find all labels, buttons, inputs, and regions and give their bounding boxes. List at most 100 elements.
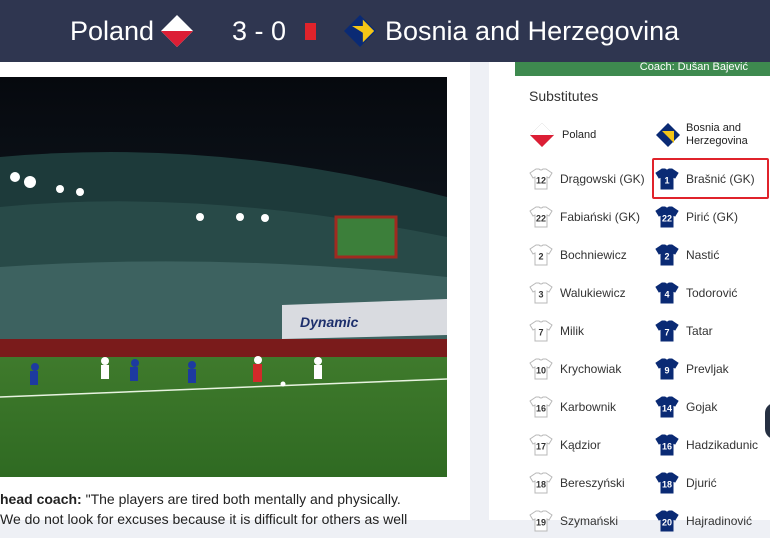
lineups-panel: Coach: Dušan Bajević Substitutes Poland … [489, 62, 770, 532]
article: Dynamic head coach: "The players are tir… [0, 62, 470, 527]
jersey-number: 16 [662, 442, 672, 452]
jersey-icon: 12 [529, 167, 553, 191]
player-name[interactable]: Fabiański (GK) [560, 210, 640, 224]
jersey-number: 16 [536, 404, 546, 414]
jersey-number: 19 [536, 518, 546, 528]
jersey-number: 22 [662, 214, 672, 224]
away-substitute-row[interactable]: 14 Gojak [655, 392, 717, 422]
jersey-icon: 16 [529, 395, 553, 419]
player-name[interactable]: Walukiewicz [560, 286, 626, 300]
away-team-header: Bosnia and Herzegovina [655, 122, 748, 148]
home-substitute-row[interactable]: 19 Szymański [529, 506, 618, 536]
player-name[interactable]: Pirić (GK) [686, 210, 738, 224]
jersey-number: 9 [664, 366, 669, 376]
jersey-number: 20 [662, 518, 672, 528]
jersey-icon: 3 [529, 281, 553, 305]
jersey-icon: 19 [529, 509, 553, 533]
away-substitute-row[interactable]: 9 Prevljak [655, 354, 729, 384]
player-name[interactable]: Bochniewicz [560, 248, 627, 262]
jersey-icon: 2 [529, 243, 553, 267]
player-name[interactable]: Nastić [686, 248, 719, 262]
player-name[interactable]: Hadzikadunic [686, 438, 758, 452]
jersey-icon: 10 [529, 357, 553, 381]
away-substitute-row[interactable]: 4 Todorović [655, 278, 737, 308]
jersey-number: 2 [664, 252, 669, 262]
player-name[interactable]: Tatar [686, 324, 713, 338]
jersey-number: 7 [664, 328, 669, 338]
jersey-icon: 17 [529, 433, 553, 457]
jersey-number: 12 [536, 176, 546, 186]
player-name[interactable]: Krychowiak [560, 362, 621, 376]
home-substitute-row[interactable]: 3 Walukiewicz [529, 278, 626, 308]
jersey-number: 17 [536, 442, 546, 452]
home-substitute-row[interactable]: 2 Bochniewicz [529, 240, 627, 270]
away-substitute-row[interactable]: 18 Djurić [655, 468, 717, 498]
player-name[interactable]: Gojak [686, 400, 717, 414]
caption-line-2: We do not look for excuses because it is… [0, 511, 408, 527]
player-name[interactable]: Bereszyński [560, 476, 625, 490]
jersey-icon: 7 [655, 319, 679, 343]
jersey-icon: 22 [655, 205, 679, 229]
jersey-icon: 22 [529, 205, 553, 229]
stadium-photo[interactable]: Dynamic [0, 77, 447, 477]
jersey-number: 4 [664, 290, 669, 300]
home-substitute-row[interactable]: 18 Bereszyński [529, 468, 625, 498]
jersey-number: 18 [662, 480, 672, 490]
away-substitute-row[interactable]: 16 Hadzikadunic [655, 430, 758, 460]
match-score: 3 - 0 [232, 16, 287, 46]
home-substitute-row[interactable]: 10 Krychowiak [529, 354, 621, 384]
jersey-number: 7 [538, 328, 543, 338]
player-name[interactable]: Prevljak [686, 362, 729, 376]
home-substitute-row[interactable]: 12 Drągowski (GK) [529, 164, 645, 194]
player-name[interactable]: Djurić [686, 476, 717, 490]
poland-flag-icon [160, 14, 194, 48]
player-name[interactable]: Kądzior [560, 438, 601, 452]
article-caption: head coach: "The players are tired both … [0, 489, 470, 529]
match-header: Poland 3 - 0 Bosnia and Herzegovina [0, 0, 770, 62]
page-content: Dynamic head coach: "The players are tir… [0, 62, 770, 532]
player-name[interactable]: Szymański [560, 514, 618, 528]
jersey-icon: 2 [655, 243, 679, 267]
player-name[interactable]: Todorović [686, 286, 737, 300]
home-team-header: Poland [529, 122, 596, 148]
jersey-number: 14 [662, 404, 672, 414]
player-name[interactable]: Karbownik [560, 400, 616, 414]
jersey-icon: 9 [655, 357, 679, 381]
home-substitute-row[interactable]: 16 Karbownik [529, 392, 616, 422]
away-label-line-1: Bosnia and [686, 122, 742, 134]
poland-flag-icon [529, 122, 555, 148]
away-team-name[interactable]: Bosnia and Herzegovina [385, 14, 679, 48]
home-team-name[interactable]: Poland [70, 14, 154, 48]
home-substitute-row[interactable]: 17 Kądzior [529, 430, 601, 460]
player-name[interactable]: Drągowski (GK) [560, 172, 645, 186]
caption-text: "The players are tired both mentally and… [81, 491, 401, 507]
jersey-icon: 4 [655, 281, 679, 305]
away-substitute-row[interactable]: 20 Hajradinović [655, 506, 752, 536]
away-substitute-row[interactable]: 2 Nastić [655, 240, 719, 270]
jersey-number: 22 [536, 214, 546, 224]
away-label-line-2: Herzegovina [686, 135, 748, 147]
jersey-icon: 18 [529, 471, 553, 495]
red-card-icon [305, 23, 316, 40]
jersey-number: 18 [536, 480, 546, 490]
home-substitute-row[interactable]: 7 Milik [529, 316, 584, 346]
jersey-icon: 14 [655, 395, 679, 419]
home-substitute-row[interactable]: 22 Fabiański (GK) [529, 202, 640, 232]
jersey-number: 2 [538, 252, 543, 262]
jersey-icon: 16 [655, 433, 679, 457]
scroll-handle[interactable] [765, 403, 770, 439]
jersey-icon: 20 [655, 509, 679, 533]
substitutes-title: Substitutes [529, 88, 599, 104]
stadium-photo-graphic: Dynamic [0, 77, 447, 477]
player-name[interactable]: Milik [560, 324, 584, 338]
jersey-icon: 7 [529, 319, 553, 343]
away-team-label: Bosnia and Herzegovina [686, 122, 748, 148]
jersey-number: 10 [536, 366, 546, 376]
away-substitute-row[interactable]: 22 Pirić (GK) [655, 202, 738, 232]
billboard-text: Dynamic [300, 314, 359, 330]
player-name[interactable]: Hajradinović [686, 514, 752, 528]
caption-lead: head coach: [0, 491, 82, 507]
away-substitute-row[interactable]: 7 Tatar [655, 316, 713, 346]
bosnia-flag-icon [343, 14, 377, 48]
selected-player-highlight [652, 158, 769, 199]
